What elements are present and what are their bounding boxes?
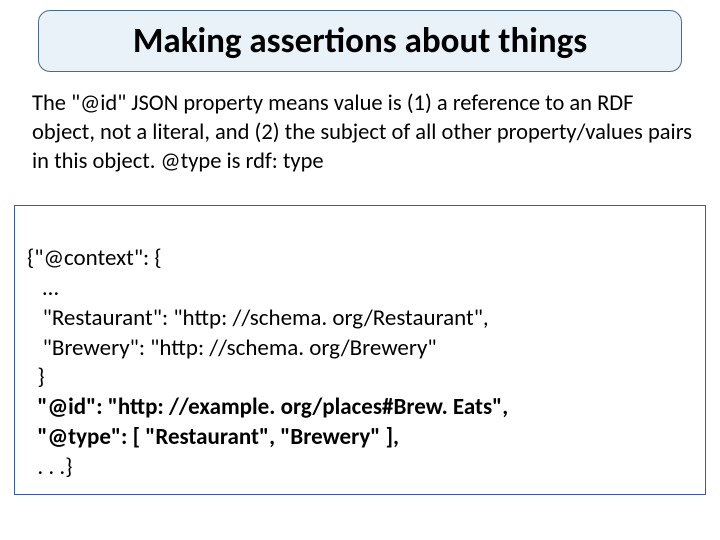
code-line-1: {"@context": { — [27, 244, 162, 272]
title-container: Making assertions about things — [38, 10, 682, 72]
code-line-2: … — [27, 274, 59, 302]
code-block: {"@context": { … "Restaurant": "http: //… — [14, 205, 706, 495]
code-line-5: } — [27, 363, 45, 391]
code-line-4: "Brewery": "http: //schema. org/Brewery" — [27, 334, 437, 362]
code-line-7: "@type": [ "Restaurant", "Brewery" ], — [27, 423, 399, 451]
code-line-6: "@id": "http: //example. org/places#Brew… — [27, 393, 508, 421]
slide-title: Making assertions about things — [133, 20, 587, 62]
description-text: The "@id" JSON property means value is (… — [32, 90, 692, 176]
code-line-8: . . .} — [27, 453, 72, 481]
code-line-3: "Restaurant": "http: //schema. org/Resta… — [27, 304, 489, 332]
slide: Making assertions about things The "@id"… — [0, 0, 720, 540]
